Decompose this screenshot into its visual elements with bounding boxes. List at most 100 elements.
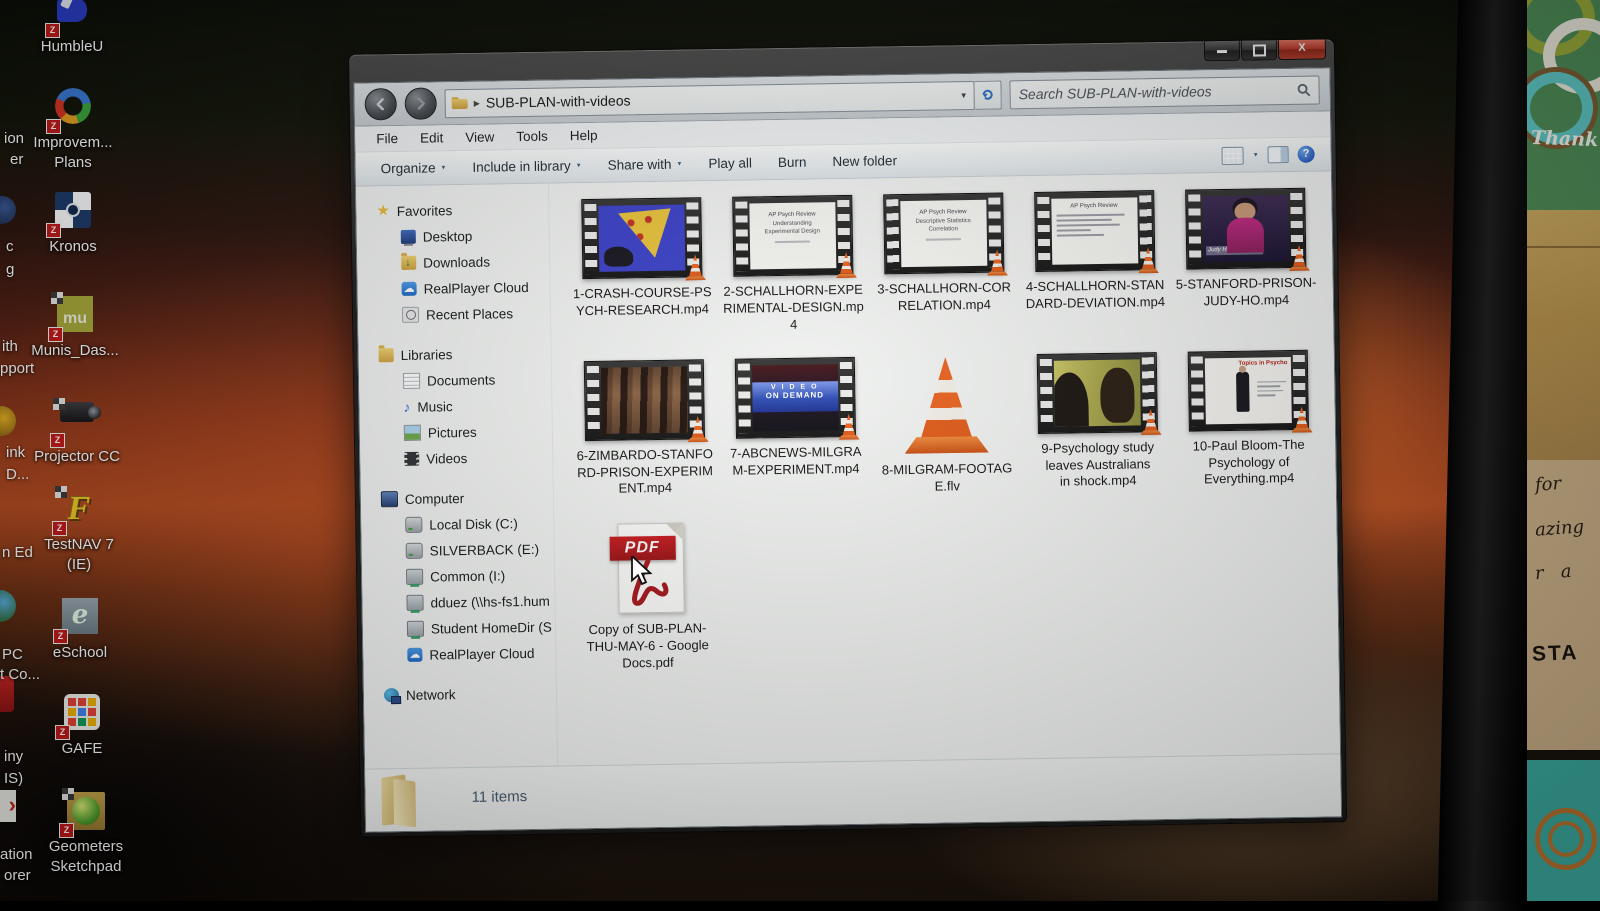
desktop-icon-testnav[interactable]: FZ TestNAV 7 (IE) [24, 486, 134, 576]
file-item[interactable]: 6-ZIMBARDO-STANFORD-PRISON-EXPERIMENT.mp… [568, 358, 721, 501]
burn-button[interactable]: Burn [765, 154, 820, 170]
breadcrumb-arrow-icon: ▶ [473, 98, 480, 108]
file-item[interactable]: AP Psych Review 4-SCHALLHORN-STANDARD-DE… [1018, 190, 1171, 330]
sidebar-item-realplayer-cloud-2[interactable]: ☁ RealPlayer Cloud [363, 640, 555, 669]
new-folder-button[interactable]: New folder [819, 153, 910, 169]
desktop-icon-eschool[interactable]: eZ eSchool [25, 596, 135, 663]
teal-card [1527, 750, 1600, 901]
document-icon [402, 372, 421, 389]
menu-tools[interactable]: Tools [505, 128, 559, 144]
preview-pane-button[interactable] [1267, 146, 1289, 164]
sidebar-section-network[interactable]: Network [364, 680, 556, 709]
network-drive-icon [406, 594, 424, 611]
video-thumbnail: AP Psych Review Understanding Experiment… [748, 202, 836, 270]
filmstrip-thumbnail [583, 358, 704, 441]
sidebar-item-silverback-e[interactable]: SILVERBACK (E:) [362, 536, 554, 565]
menu-help[interactable]: Help [559, 128, 609, 144]
folder-icon [452, 97, 468, 109]
sidebar-item-documents[interactable]: Documents [359, 366, 551, 395]
sidebar-item-dduez[interactable]: dduez (\\hs-fs1.hum [362, 588, 554, 617]
zenworks-badge-icon: Z [54, 630, 67, 643]
edge-label-fragment: D... [6, 466, 30, 483]
testnav-icon: FZ [53, 486, 101, 535]
star-icon: ★ [376, 202, 390, 220]
edge-label-fragment: pport [0, 360, 35, 377]
desktop-icon-munis[interactable]: mu Z Munis_Das... [20, 292, 130, 361]
zenworks-badge-icon: Z [51, 434, 64, 447]
play-all-button[interactable]: Play all [695, 155, 765, 171]
menu-view[interactable]: View [454, 129, 505, 145]
forward-arrow-icon [417, 97, 425, 110]
sidebar-item-recent-places[interactable]: Recent Places [358, 300, 550, 329]
sidebar-item-downloads[interactable]: Downloads [357, 248, 549, 277]
refresh-button[interactable] [974, 80, 1002, 110]
video-thumbnail: AP Psych Review [1050, 197, 1138, 265]
file-name: 9-Psychology study leaves Australians in… [1041, 438, 1155, 490]
file-name: 3-SCHALLHORN-CORRELATION.mp4 [877, 279, 1012, 314]
search-icon [1297, 83, 1311, 97]
desktop-icon-gafe[interactable]: Z GAFE [27, 692, 137, 759]
recent-places-icon [401, 306, 420, 323]
menu-edit[interactable]: Edit [409, 130, 454, 146]
sidebar-section-libraries[interactable]: Libraries [358, 340, 550, 369]
sidebar-item-student-homedir[interactable]: Student HomeDir (S [363, 614, 555, 643]
back-button[interactable] [364, 88, 397, 121]
file-item[interactable]: Judy Ho Ph.D 5-STANFORD-PRISON-JUDY-HO.m… [1169, 187, 1322, 328]
cutoff-explorer-icon[interactable]: › [0, 790, 16, 822]
address-dropdown-icon[interactable]: ▼ [960, 91, 968, 100]
desktop-icon-geometers-sketchpad[interactable]: Z Geometers Sketchpad [31, 788, 141, 878]
wall-background: Thank for azing r a STA [1527, 0, 1600, 901]
sidebar-item-videos[interactable]: Videos [360, 444, 552, 473]
sketchpad-icon: Z [60, 788, 108, 837]
checker-badge-icon [62, 788, 74, 800]
close-button[interactable]: X [1277, 39, 1327, 61]
zenworks-badge-icon: Z [53, 522, 66, 535]
file-item[interactable]: AP Psych Review Descriptive Statistics C… [867, 192, 1020, 332]
edge-label-fragment: ation [0, 846, 33, 863]
libraries-icon [378, 348, 394, 363]
filmstrip-thumbnail [1036, 351, 1157, 434]
sidebar-item-pictures[interactable]: Pictures [360, 418, 552, 447]
file-name: 4-SCHALLHORN-STANDARD-DEVIATION.mp4 [1025, 276, 1166, 312]
vlc-cone-icon [1138, 247, 1159, 273]
breadcrumb-path[interactable]: SUB-PLAN-with-videos [486, 87, 954, 110]
file-item[interactable]: AP Psych Review Understanding Experiment… [716, 194, 869, 335]
help-button[interactable]: ? [1297, 145, 1315, 163]
sidebar-section-favorites[interactable]: ★ Favorites [356, 196, 548, 225]
file-item[interactable]: V I D E O ON DEMAND 7-ABCNEWS-MILGRAM-EXP… [719, 356, 872, 498]
sidebar-item-common-i[interactable]: Common (I:) [362, 562, 554, 591]
sidebar-section-computer[interactable]: Computer [361, 484, 553, 513]
refresh-icon [982, 89, 993, 100]
maximize-button[interactable] [1240, 40, 1278, 61]
sidebar-item-music[interactable]: ♪ Music [359, 392, 551, 421]
navigation-pane: ★ Favorites Desktop Downloads ☁ RealPlay… [356, 183, 559, 769]
file-item[interactable]: 9-Psychology study leaves Australians in… [1021, 351, 1174, 494]
forward-button[interactable] [404, 87, 437, 120]
sidebar-item-realplayer-cloud[interactable]: ☁ RealPlayer Cloud [357, 274, 549, 303]
change-view-button[interactable] [1221, 146, 1244, 165]
filmstrip-thumbnail: Topics in Psycho [1187, 349, 1308, 431]
desktop-icon-improvement-plans[interactable]: Z Improvem... Plans [18, 86, 128, 174]
file-item[interactable]: PDF Copy of SUB-PLAN-THU-MAY-6 - Google … [570, 522, 723, 673]
share-with-button[interactable]: Share with ▼ [595, 156, 696, 173]
sidebar-item-desktop[interactable]: Desktop [357, 222, 549, 251]
sidebar-item-local-disk-c[interactable]: Local Disk (C:) [361, 510, 553, 539]
organize-button[interactable]: Organize ▼ [368, 160, 460, 176]
search-box[interactable]: Search SUB-PLAN-with-videos [1009, 75, 1320, 109]
file-item[interactable]: 1-CRASH-COURSE-PSYCH-RESEARCH.mp4 [565, 197, 718, 337]
file-item[interactable]: 8-MILGRAM-FOOTAGE.flv [870, 354, 1023, 496]
address-bar[interactable]: ▶ SUB-PLAN-with-videos ▼ [444, 80, 975, 118]
handwritten-note: for azing r a STA [1527, 460, 1600, 750]
zenworks-badge-icon: Z [60, 824, 73, 837]
desktop-icon-kronos[interactable]: Z Kronos [18, 190, 128, 257]
chevron-down-icon[interactable]: ▼ [1253, 152, 1259, 158]
poster-caps-text: STA [1531, 641, 1579, 666]
file-item[interactable]: Topics in Psycho 10-Paul Bloom-The Psych… [1172, 349, 1325, 491]
menu-file[interactable]: File [365, 131, 409, 147]
include-in-library-button[interactable]: Include in library ▼ [459, 158, 594, 175]
chevron-down-icon: ▼ [575, 162, 582, 169]
file-name: 6-ZIMBARDO-STANFORD-PRISON-EXPERIMENT.mp… [576, 445, 714, 497]
desktop-icon-projector-cc[interactable]: Z Projector CC [22, 392, 132, 467]
minimize-button[interactable] [1203, 40, 1241, 62]
desktop-icon-humbleu[interactable]: Z HumbleU [17, 0, 127, 57]
